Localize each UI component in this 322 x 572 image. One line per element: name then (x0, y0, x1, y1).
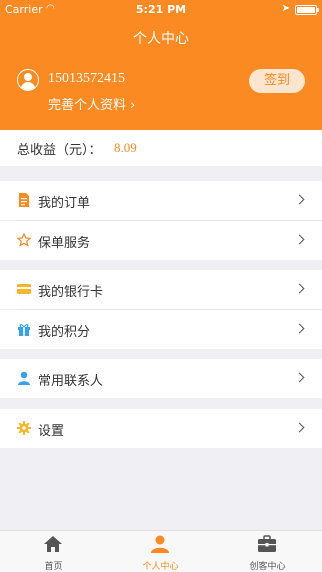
earnings-value: 8.09 (114, 140, 137, 155)
chevron-right-icon (294, 234, 305, 245)
home-icon (44, 536, 62, 552)
chevron-right-icon (294, 323, 305, 334)
person-icon (151, 535, 169, 553)
status-bar: Carrier ◠ 5:21 PM ➤ (0, 0, 322, 20)
tab-label-maker: 创客中心 (249, 562, 286, 572)
menu-label-orders: 我的订单 (38, 196, 91, 211)
menu-item-contacts[interactable]: 常用联系人 (0, 359, 322, 398)
menu-item-points[interactable]: 我的积分 (0, 310, 322, 349)
menu-item-orders[interactable]: 我的订单 (0, 181, 322, 220)
earnings-label: 总收益（元）： (17, 143, 102, 158)
menu-label-policy: 保单服务 (38, 236, 91, 251)
menu-label-contacts: 常用联系人 (38, 374, 104, 389)
avatar-icon[interactable] (17, 69, 39, 91)
profile-header: 个人中心 15013572415 完善个人资料 › 签到 (0, 20, 322, 130)
briefcase-icon (258, 535, 276, 552)
menu-label-settings: 设置 (38, 424, 65, 439)
menu-item-policy[interactable]: 保单服务 (0, 221, 322, 260)
tab-label-profile: 个人中心 (142, 562, 179, 572)
menu-label-points: 我的积分 (38, 325, 91, 340)
tab-bar: 首页 个人中心 创客中心 (0, 530, 322, 572)
menu-item-settings[interactable]: 设置 (0, 409, 322, 448)
battery-icon (295, 5, 319, 15)
tab-label-home: 首页 (44, 562, 63, 572)
person-icon (18, 371, 30, 385)
user-phone: 15013572415 (48, 71, 125, 86)
chevron-right-icon (294, 422, 305, 433)
page-title: 个人中心 (133, 31, 189, 47)
chevron-right-icon (294, 283, 305, 294)
card-icon (17, 284, 31, 294)
document-icon (19, 193, 29, 207)
star-icon (17, 233, 31, 247)
chevron-right-icon (294, 194, 305, 205)
signin-button[interactable]: 签到 (249, 69, 305, 93)
complete-profile-link[interactable]: 完善个人资料 › (48, 94, 135, 113)
gift-icon (18, 324, 30, 336)
menu-label-bank-card: 我的银行卡 (38, 285, 104, 300)
gear-icon (17, 421, 31, 435)
status-time: 5:21 PM (135, 3, 187, 16)
menu-item-bank-card[interactable]: 我的银行卡 (0, 270, 322, 309)
tab-maker[interactable]: 创客中心 (214, 531, 321, 572)
chevron-right-icon (294, 372, 305, 383)
total-earnings: 总收益（元）： 8.09 (0, 130, 322, 166)
tab-profile[interactable]: 个人中心 (107, 531, 214, 572)
tab-home[interactable]: 首页 (0, 531, 107, 572)
location-arrow-icon: ➤ (281, 3, 290, 14)
